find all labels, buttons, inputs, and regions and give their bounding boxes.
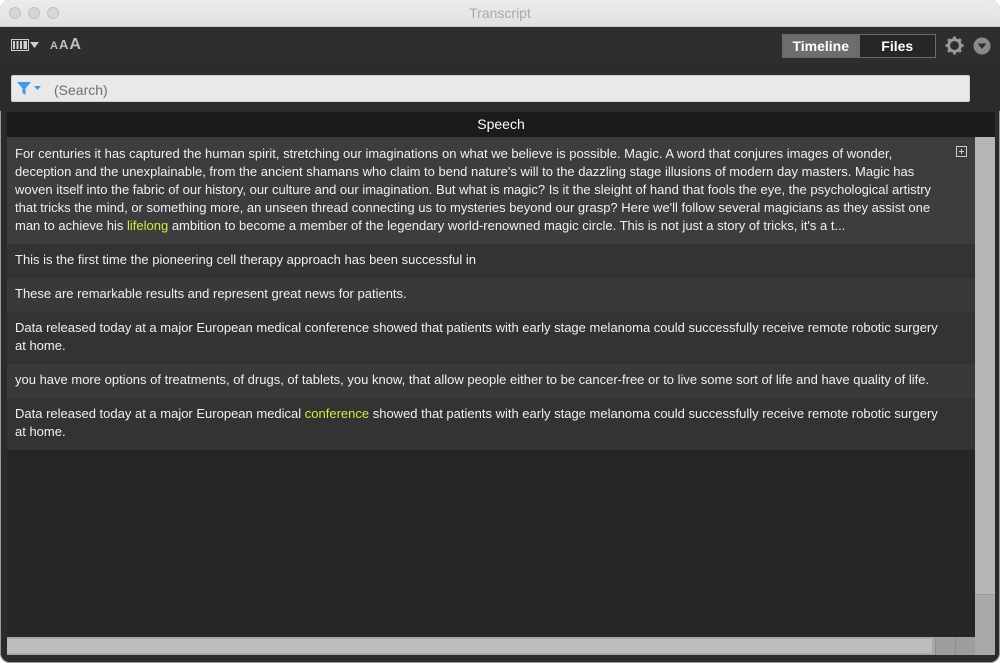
table-row[interactable]: For centuries it has captured the human … xyxy=(7,138,975,244)
title-bar: Transcript xyxy=(0,0,1000,27)
search-highlight: lifelong xyxy=(127,218,169,233)
toolbar: AAA Timeline Files xyxy=(0,27,1000,65)
row-text: ambition to become a member of the legen… xyxy=(168,218,846,233)
column-header-speech[interactable]: Speech xyxy=(7,112,995,138)
table-row[interactable]: These are remarkable results and represe… xyxy=(7,278,975,312)
search-bar xyxy=(0,65,1000,111)
table-row[interactable]: This is the first time the pioneering ce… xyxy=(7,244,975,278)
tab-timeline[interactable]: Timeline xyxy=(783,35,859,57)
tab-files[interactable]: Files xyxy=(858,35,935,57)
table-row[interactable]: you have more options of treatments, of … xyxy=(7,364,975,398)
row-text: These are remarkable results and represe… xyxy=(15,286,407,301)
vertical-scrollbar[interactable] xyxy=(975,137,995,637)
table-row[interactable]: Data released today at a major European … xyxy=(7,312,975,364)
filter-icon[interactable] xyxy=(17,82,43,96)
row-text: Data released today at a major European … xyxy=(15,320,938,353)
row-text: This is the first time the pioneering ce… xyxy=(15,252,477,267)
transcript-window: Transcript AAA Timeline Files (Search) S… xyxy=(0,0,1000,663)
font-size-controls: AAA xyxy=(50,36,82,56)
transcript-rows: For centuries it has captured the human … xyxy=(7,138,975,450)
columns-icon[interactable] xyxy=(11,39,29,51)
font-size-medium-button[interactable]: A xyxy=(59,37,68,52)
dropdown-menu-icon[interactable] xyxy=(973,37,991,55)
search-highlight: conference xyxy=(304,406,370,421)
expand-row-icon[interactable] xyxy=(956,146,967,157)
view-segmented-control: Timeline Files xyxy=(782,34,936,58)
scroll-left-button[interactable] xyxy=(935,637,955,655)
row-text: you have more options of treatments, of … xyxy=(15,372,930,387)
search-field[interactable] xyxy=(11,75,970,102)
search-input[interactable] xyxy=(52,78,956,101)
transcript-table: Speech For centuries it has captured the… xyxy=(7,112,995,654)
table-row[interactable]: Data released today at a major European … xyxy=(7,398,975,450)
font-size-small-button[interactable]: A xyxy=(50,40,58,52)
window-title: Transcript xyxy=(469,5,531,21)
vertical-scrollbar-end[interactable] xyxy=(975,594,995,637)
scroll-right-button[interactable] xyxy=(955,637,975,655)
gear-icon[interactable] xyxy=(945,36,964,55)
horizontal-scrollbar[interactable] xyxy=(7,637,995,655)
horizontal-scrollbar-thumb[interactable] xyxy=(7,639,932,653)
font-size-large-button[interactable]: A xyxy=(69,36,81,54)
row-text: Data released today at a major European … xyxy=(15,406,305,421)
chevron-down-icon[interactable] xyxy=(30,42,39,48)
